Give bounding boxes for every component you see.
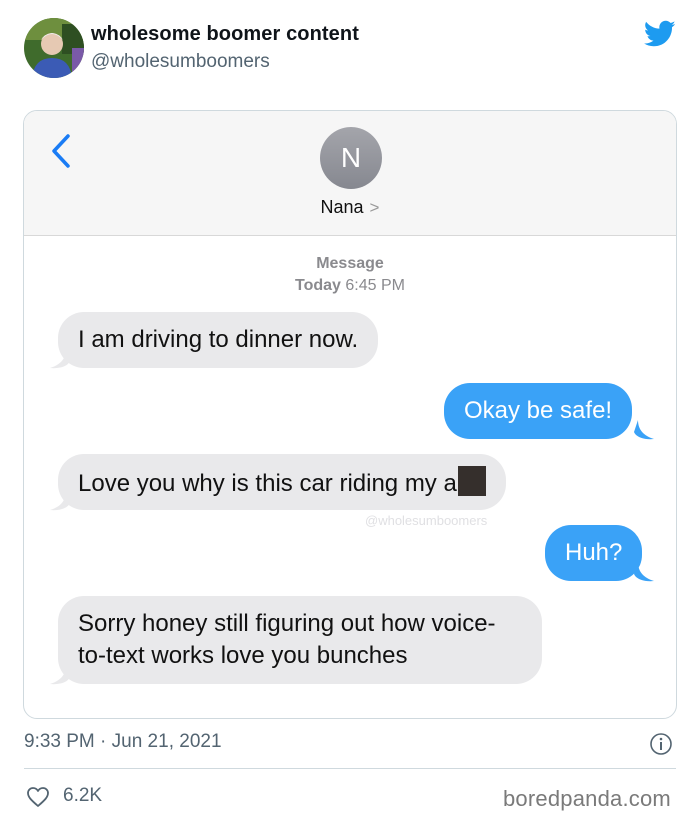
back-chevron-icon (52, 134, 70, 168)
message-text: Love you why is this car riding my a (78, 470, 457, 497)
heart-icon[interactable] (26, 786, 50, 808)
tweet: wholesome boomer content @wholesumboomer… (0, 0, 700, 822)
message-day: Today (295, 277, 341, 294)
handle[interactable]: @wholesumboomers (91, 51, 270, 73)
contact-name: Nana (320, 197, 364, 217)
source-watermark: boredpanda.com (503, 786, 671, 811)
imessage-header: N Nana > (24, 111, 676, 236)
message-date: Today 6:45 PM (24, 277, 676, 295)
received-message: Sorry honey still figuring out how voice… (58, 596, 542, 684)
contact-chevron-icon: > (369, 198, 380, 217)
avatar[interactable] (24, 18, 84, 78)
redaction-block (457, 466, 486, 496)
message-time: 6:45 PM (345, 277, 405, 294)
contact-name-row: Nana > (24, 197, 676, 218)
message-label: Message (316, 255, 384, 272)
display-name[interactable]: wholesome boomer content (91, 23, 359, 46)
watermark: @wholesumboomers (365, 513, 488, 528)
info-icon[interactable] (649, 732, 673, 756)
tweet-timestamp[interactable]: 9:33 PM · Jun 21, 2021 (24, 731, 222, 753)
embedded-screenshot[interactable]: N Nana > Message Today 6:45 PM I am drivi… (23, 110, 677, 719)
like-count[interactable]: 6.2K (63, 785, 102, 807)
bubble-tail (634, 420, 654, 440)
received-message: I am driving to dinner now. (58, 312, 379, 368)
sent-message: Okay be safe! (444, 383, 633, 439)
divider (24, 768, 676, 769)
contact-avatar: N (320, 127, 382, 189)
sent-message: Huh? (545, 525, 643, 581)
twitter-bird-icon[interactable] (644, 20, 676, 48)
received-message: Love you why is this car riding my a (58, 454, 506, 510)
